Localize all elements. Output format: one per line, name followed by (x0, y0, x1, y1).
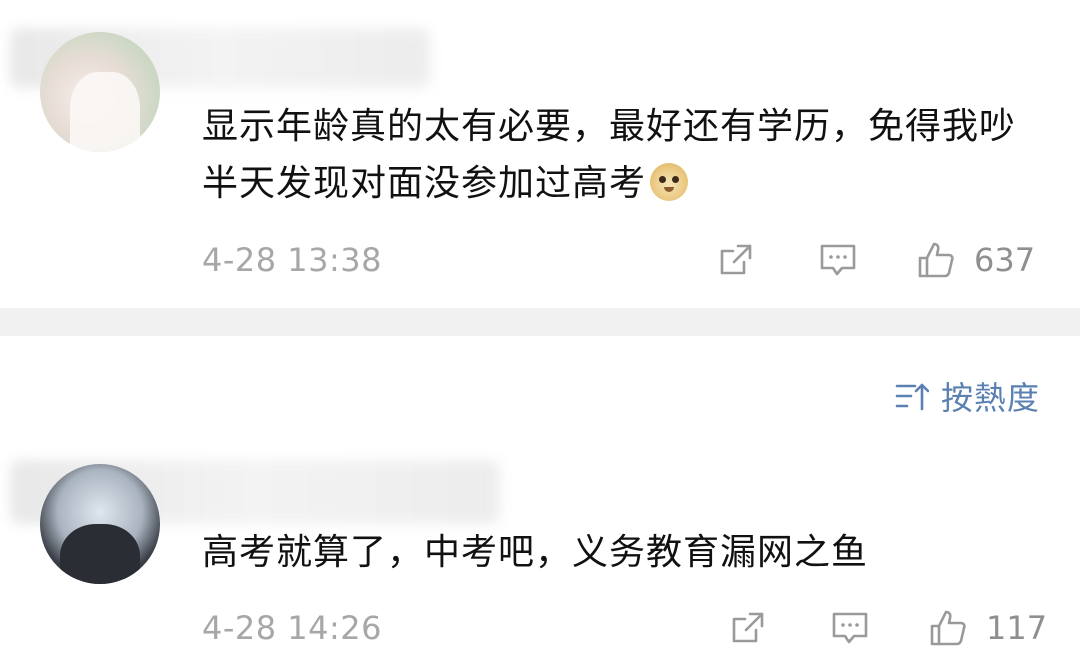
like-button[interactable] (928, 608, 968, 648)
sort-icon (895, 383, 929, 411)
comment-text-content: 高考就算了，中考吧，义务教育漏网之鱼 (202, 532, 869, 573)
comment-item: 显示年龄真的太有必要，最好还有学历，免得我吵半天发现对面没参加过高考 4-28 … (0, 0, 1080, 308)
comment-text: 高考就算了，中考吧，义务教育漏网之鱼 (202, 524, 1020, 581)
timestamp: 4-28 13:38 (202, 241, 383, 279)
comment-icon (820, 244, 856, 276)
like-count: 117 (986, 609, 1048, 647)
share-icon (732, 612, 764, 643)
like-button[interactable] (916, 240, 956, 280)
avatar[interactable] (40, 464, 160, 584)
comment-text-content: 显示年龄真的太有必要，最好还有学历，免得我吵半天发现对面没参加过高考 (202, 106, 1017, 204)
sort-label: 按熱度 (940, 379, 1040, 417)
sort-by-heat-button[interactable]: 按熱度 (895, 372, 1040, 420)
doge-emoji-icon (650, 163, 689, 201)
share-button[interactable] (716, 240, 756, 280)
like-count: 637 (974, 241, 1036, 279)
comment-button[interactable] (818, 240, 858, 280)
comment-button[interactable] (830, 608, 870, 648)
thumbs-up-icon (930, 610, 966, 646)
avatar[interactable] (40, 32, 160, 152)
comment-icon (832, 612, 868, 644)
comment-meta: 4-28 14:26 117 (202, 604, 1047, 652)
share-button[interactable] (728, 608, 768, 648)
timestamp: 4-28 14:26 (202, 609, 383, 647)
thumbs-up-icon (918, 242, 954, 278)
comment-text: 显示年龄真的太有必要，最好还有学历，免得我吵半天发现对面没参加过高考 (202, 98, 1020, 212)
comment-meta: 4-28 13:38 637 (202, 236, 1040, 284)
section-divider (0, 308, 1080, 336)
share-icon (720, 244, 752, 275)
